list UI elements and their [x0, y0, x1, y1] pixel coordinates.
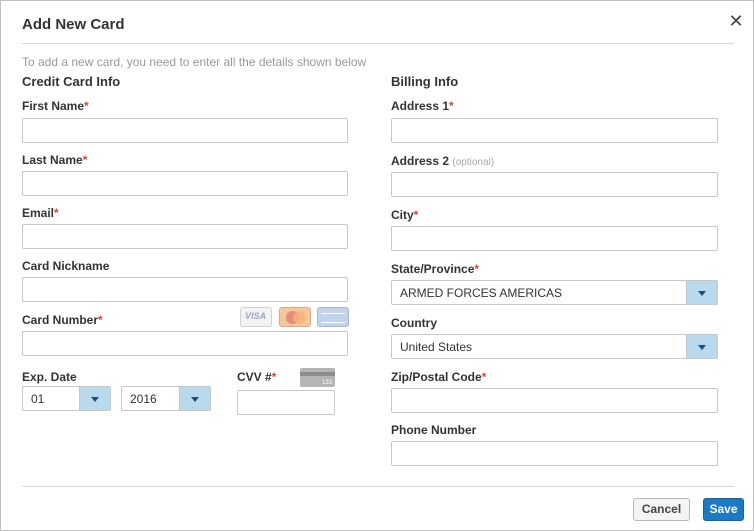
exp-year-select[interactable]: 2016: [121, 386, 211, 411]
exp-month-value: 01: [31, 392, 45, 406]
visa-icon-text: VISA: [245, 311, 267, 321]
title-divider: [22, 43, 734, 44]
chevron-down-icon[interactable]: [686, 281, 717, 304]
state-select[interactable]: ARMED FORCES AMERICAS: [391, 280, 718, 305]
cvv-icon-text: 123: [321, 380, 332, 386]
exp-year-value: 2016: [130, 392, 157, 406]
address1-label-text: Address 1: [391, 99, 450, 113]
mastercard-icon: [279, 307, 311, 327]
save-button[interactable]: Save: [703, 498, 744, 521]
chevron-down-icon[interactable]: [686, 335, 717, 358]
required-marker: *: [82, 153, 88, 167]
address1-label: Address 1*: [391, 99, 454, 113]
address2-label: Address 2 (optional): [391, 154, 494, 168]
zip-label-text: Zip/Postal Code: [391, 370, 482, 384]
address2-label-text: Address 2: [391, 154, 450, 168]
country-select[interactable]: United States: [391, 334, 718, 359]
close-icon[interactable]: ✕: [727, 12, 745, 30]
card-nickname-label: Card Nickname: [22, 259, 110, 273]
exp-date-label: Exp. Date: [22, 370, 77, 384]
zip-label: Zip/Postal Code*: [391, 370, 486, 384]
dialog-title: Add New Card: [22, 16, 125, 33]
cvv-field[interactable]: [237, 390, 335, 415]
required-marker: *: [271, 370, 277, 384]
country-label: Country: [391, 316, 437, 330]
chevron-down-icon[interactable]: [79, 387, 110, 410]
email-field[interactable]: [22, 224, 348, 249]
required-marker: *: [474, 262, 480, 276]
state-label: State/Province*: [391, 262, 479, 276]
add-card-dialog: Add New Card ✕ To add a new card, you ne…: [0, 0, 754, 531]
last-name-label-text: Last Name: [22, 153, 83, 167]
cvv-card-icon: 123: [300, 368, 335, 387]
address2-field[interactable]: [391, 172, 718, 197]
city-label-text: City: [391, 208, 414, 222]
state-label-text: State/Province: [391, 262, 475, 276]
first-name-label: First Name*: [22, 99, 89, 113]
card-number-field[interactable]: [22, 331, 348, 356]
phone-label: Phone Number: [391, 423, 477, 437]
cancel-button[interactable]: Cancel: [633, 498, 690, 521]
footer-divider: [22, 486, 734, 487]
optional-note: (optional): [452, 157, 495, 168]
required-marker: *: [84, 99, 89, 113]
card-number-label: Card Number*: [22, 313, 103, 327]
intro-text: To add a new card, you need to enter all…: [22, 55, 367, 69]
last-name-label: Last Name*: [22, 153, 87, 167]
amex-icon: [317, 307, 349, 327]
exp-month-select[interactable]: 01: [22, 386, 111, 411]
required-marker: *: [449, 99, 454, 113]
email-label: Email*: [22, 206, 59, 220]
last-name-field[interactable]: [22, 171, 348, 196]
city-label: City*: [391, 208, 418, 222]
address1-field[interactable]: [391, 118, 718, 143]
country-value: United States: [400, 340, 473, 354]
visa-icon: VISA: [240, 307, 272, 327]
required-marker: *: [54, 206, 59, 220]
chevron-down-icon[interactable]: [179, 387, 210, 410]
credit-card-heading: Credit Card Info: [22, 74, 121, 89]
required-marker: *: [481, 370, 487, 384]
card-number-label-text: Card Number: [22, 313, 99, 327]
first-name-label-text: First Name: [22, 99, 85, 113]
phone-field[interactable]: [391, 441, 718, 466]
card-nickname-field[interactable]: [22, 277, 348, 302]
required-marker: *: [98, 313, 103, 327]
zip-field[interactable]: [391, 388, 718, 413]
email-label-text: Email: [22, 206, 55, 220]
cvv-label-text: CVV #: [237, 370, 272, 384]
city-field[interactable]: [391, 226, 718, 251]
cvv-label: CVV #*: [237, 370, 276, 384]
required-marker: *: [413, 208, 419, 222]
first-name-field[interactable]: [22, 118, 348, 143]
billing-heading: Billing Info: [391, 74, 459, 89]
state-value: ARMED FORCES AMERICAS: [400, 286, 563, 300]
